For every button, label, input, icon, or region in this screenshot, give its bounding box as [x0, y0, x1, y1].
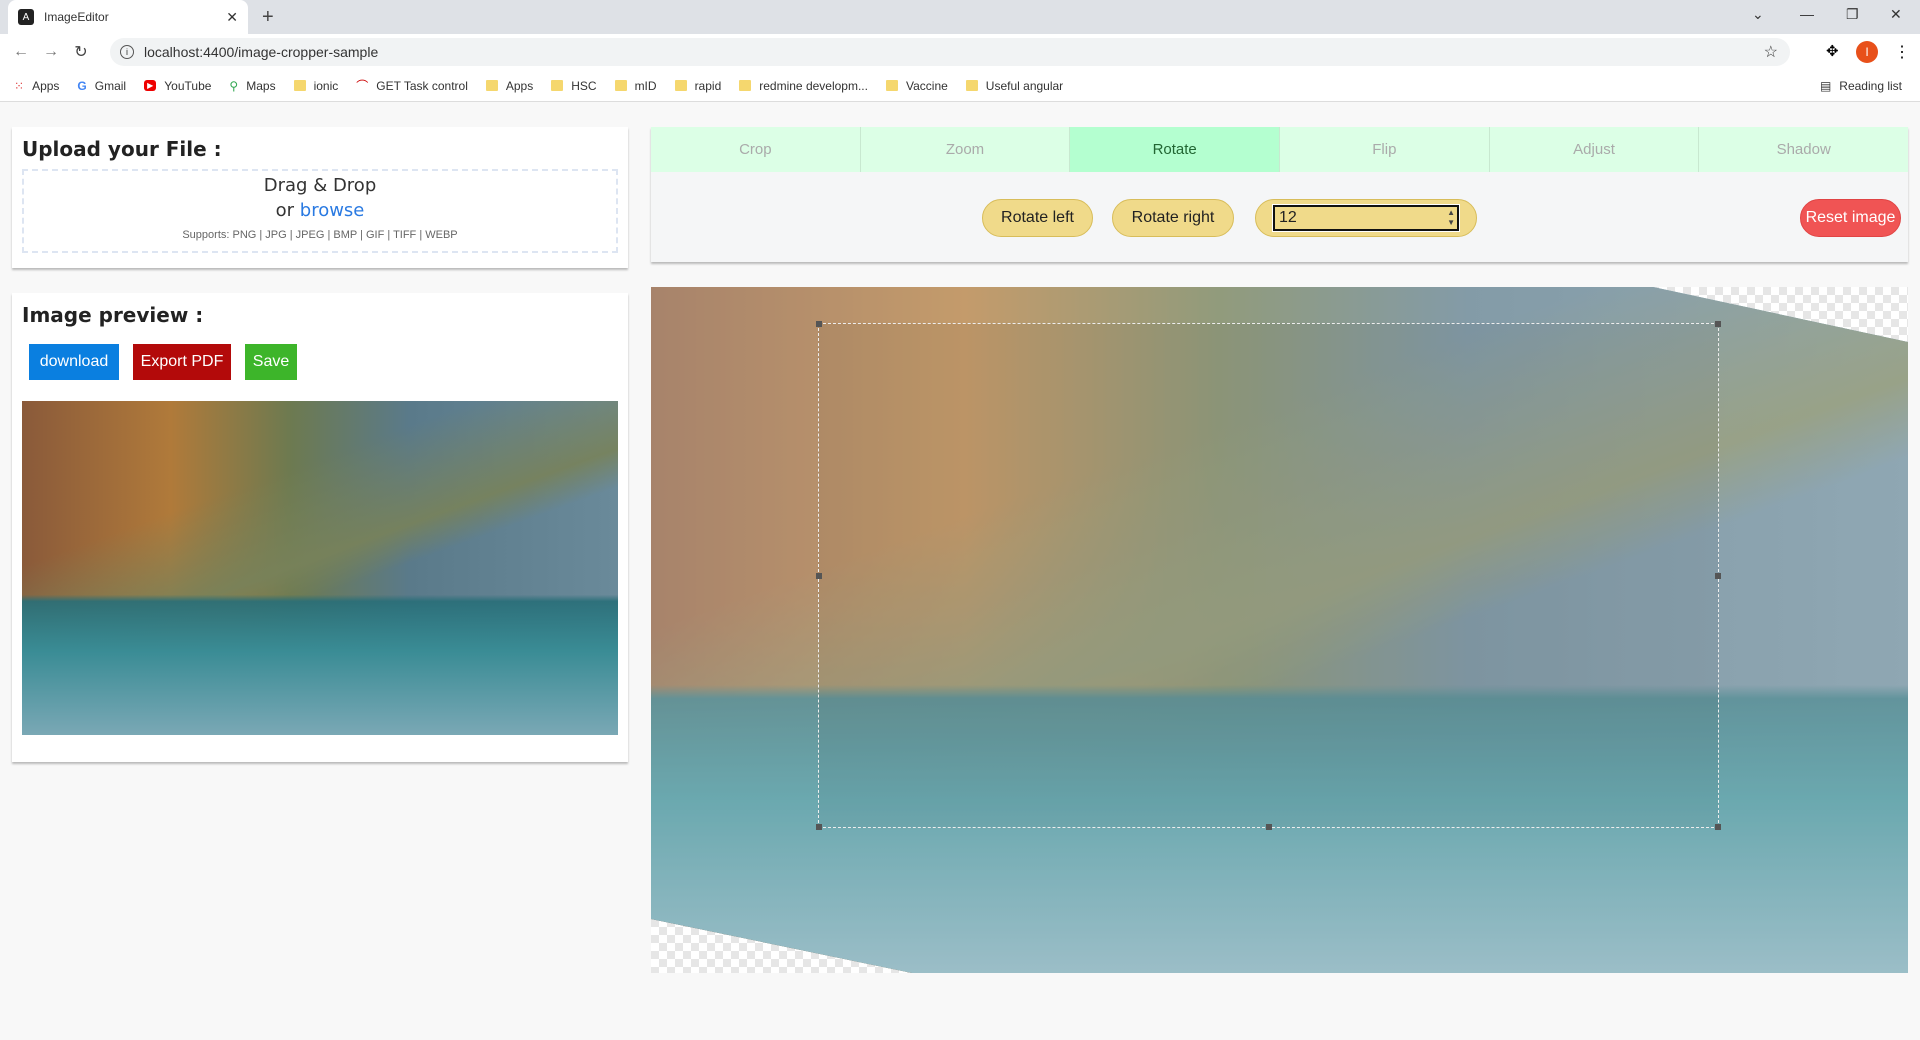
crop-handle-l[interactable]	[816, 573, 822, 579]
tab-search-icon[interactable]: ⌄	[1752, 6, 1764, 23]
bookmark-star-icon[interactable]: ☆	[1764, 42, 1778, 62]
preview-image	[22, 401, 618, 735]
bookmark-vaccine[interactable]: Vaccine	[885, 79, 948, 93]
folder-icon	[674, 80, 687, 91]
spinner-icon[interactable]: ▲ ▼	[1447, 208, 1455, 228]
crop-handle-tr[interactable]	[1715, 321, 1721, 327]
save-button[interactable]: Save	[245, 344, 297, 380]
menu-icon[interactable]: ⋮	[1894, 42, 1910, 62]
google-icon: G	[77, 78, 87, 93]
supports-text: Supports: PNG | JPG | JPEG | BMP | GIF |…	[182, 229, 458, 241]
folder-icon	[739, 80, 752, 91]
crop-handle-r[interactable]	[1715, 573, 1721, 579]
close-tab-icon[interactable]: ✕	[226, 9, 238, 26]
angle-input[interactable]: 12 ▲ ▼	[1272, 204, 1460, 232]
crop-handle-br[interactable]	[1715, 824, 1721, 830]
bookmarks-bar: ⁙ Apps G Gmail ▶ YouTube ⚲ Maps ionic ⌒ GET T…	[0, 70, 1920, 102]
bookmark-ionic[interactable]: ionic	[293, 79, 338, 93]
browser-tab-strip: A ImageEditor ✕ + ⌄ — ❐ ✕	[0, 0, 1920, 34]
extensions-icon[interactable]: ✥	[1826, 42, 1839, 60]
bookmark-get-task[interactable]: ⌒ GET Task control	[356, 77, 468, 94]
tab-crop[interactable]: Crop	[651, 127, 861, 172]
apps-grid-icon: ⁙	[14, 78, 25, 93]
reload-icon[interactable]: ↻	[66, 42, 96, 62]
bookmark-useful-angular[interactable]: Useful angular	[965, 79, 1063, 93]
address-bar-row: ← → ↻ i localhost:4400/image-cropper-sam…	[0, 34, 1920, 70]
bookmark-mid[interactable]: mID	[614, 79, 657, 93]
youtube-icon: ▶	[144, 80, 157, 91]
bookmark-youtube[interactable]: ▶ YouTube	[144, 79, 211, 93]
upload-title: Upload your File :	[22, 137, 222, 161]
folder-icon	[885, 80, 898, 91]
browser-tab[interactable]: A ImageEditor ✕	[8, 0, 248, 34]
profile-avatar[interactable]: I	[1856, 41, 1878, 63]
reading-list-icon: ▤	[1819, 78, 1832, 93]
url-text: localhost:4400/image-cropper-sample	[144, 44, 379, 60]
preview-title: Image preview :	[22, 303, 204, 327]
tab-zoom[interactable]: Zoom	[860, 127, 1071, 172]
tab-title: ImageEditor	[44, 10, 109, 24]
bookmark-rapid[interactable]: rapid	[674, 79, 721, 93]
crop-handle-tl[interactable]	[816, 321, 822, 327]
rotate-right-button[interactable]: Rotate right	[1112, 199, 1234, 237]
new-tab-button[interactable]: +	[262, 6, 274, 29]
tab-rotate[interactable]: Rotate	[1070, 127, 1281, 172]
download-button[interactable]: download	[29, 344, 119, 380]
tab-flip[interactable]: Flip	[1280, 127, 1490, 172]
folder-icon	[485, 80, 498, 91]
editor-tabs: Crop Zoom Rotate Flip Adjust Shadow	[651, 127, 1909, 172]
browse-link[interactable]: browse	[300, 200, 365, 221]
rotate-left-button[interactable]: Rotate left	[982, 199, 1093, 237]
folder-icon	[293, 80, 306, 91]
crop-handle-b[interactable]	[1266, 824, 1272, 830]
angle-value: 12	[1279, 209, 1297, 226]
drag-drop-text: Drag & Drop	[263, 175, 377, 196]
upload-card: Upload your File : Drag & Drop or browse…	[12, 127, 628, 268]
bookmark-maps[interactable]: ⚲ Maps	[229, 79, 275, 93]
crop-handle-bl[interactable]	[816, 824, 822, 830]
tab-shadow[interactable]: Shadow	[1699, 127, 1909, 172]
bookmark-hsc[interactable]: HSC	[551, 79, 597, 93]
reset-image-button[interactable]: Reset image	[1800, 199, 1901, 237]
info-icon[interactable]: i	[120, 45, 134, 59]
export-pdf-button[interactable]: Export PDF	[133, 344, 231, 380]
or-text: or	[275, 200, 295, 221]
forward-icon[interactable]: →	[36, 43, 66, 61]
drop-zone[interactable]: Drag & Drop or browse Supports: PNG | JP…	[22, 169, 618, 253]
folder-icon	[551, 80, 564, 91]
url-input[interactable]: i localhost:4400/image-cropper-sample ☆	[110, 38, 1790, 66]
maps-pin-icon: ⚲	[229, 78, 239, 93]
editor-toolbar: Crop Zoom Rotate Flip Adjust Shadow Rota…	[651, 127, 1909, 262]
folder-icon	[614, 80, 627, 91]
angular-icon: A	[18, 9, 34, 25]
bookmark-redmine[interactable]: redmine developm...	[739, 79, 868, 93]
folder-icon	[965, 80, 978, 91]
restore-button[interactable]: ❐	[1846, 6, 1859, 23]
cropper-canvas[interactable]	[651, 287, 1908, 973]
preview-card: Image preview : download Export PDF Save	[12, 293, 628, 762]
tab-adjust[interactable]: Adjust	[1489, 127, 1700, 172]
close-window-button[interactable]: ✕	[1890, 6, 1902, 23]
reading-list[interactable]: ▤ Reading list	[1820, 79, 1902, 93]
bookmark-apps-folder[interactable]: Apps	[485, 79, 533, 93]
minimize-button[interactable]: —	[1800, 6, 1814, 22]
crop-box[interactable]	[816, 321, 1721, 830]
angle-input-wrapper: 12 ▲ ▼	[1255, 199, 1477, 237]
task-icon: ⌒	[356, 79, 369, 93]
bookmark-apps[interactable]: ⁙ Apps	[14, 79, 59, 93]
back-icon[interactable]: ←	[6, 43, 36, 61]
bookmark-gmail[interactable]: G Gmail	[77, 79, 126, 93]
